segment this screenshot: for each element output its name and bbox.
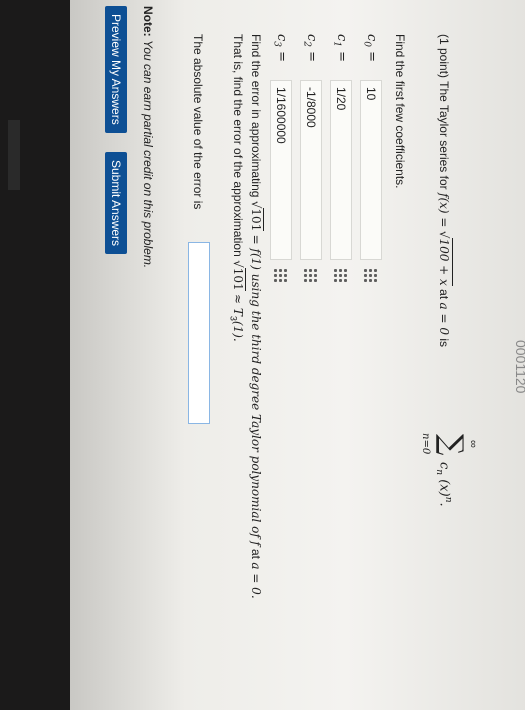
problem-statement: (1 point) The Taylor series for f(x) = √… (437, 34, 453, 348)
intro-c: is (437, 338, 451, 348)
c3-label: c3 = (271, 34, 289, 63)
problem-panel: 0001120 (1 point) The Taylor series for … (0, 0, 525, 700)
coefficients-prompt: Find the first few coefficients. (393, 34, 407, 189)
c3-input[interactable]: 1/1600000 (270, 80, 292, 260)
header-fragment: 0001120 (513, 340, 525, 394)
points-label: (1 point) (437, 34, 451, 79)
abs-error-input[interactable] (188, 242, 210, 424)
series-term: cn (x)n. (434, 462, 453, 507)
equation-editor-icon[interactable] (303, 268, 318, 283)
c1-label: c1 = (331, 34, 349, 63)
note-text: You can earn partial credit on this prob… (141, 40, 155, 269)
c2-input[interactable]: -1/8000 (300, 80, 322, 260)
preview-answers-button[interactable]: Preview My Answers (105, 6, 127, 133)
a-equals: a = 0 (437, 302, 451, 335)
equation-editor-icon[interactable] (333, 268, 348, 283)
c2-label: c2 = (301, 34, 319, 63)
submit-answers-button[interactable]: Submit Answers (105, 152, 127, 255)
abs-error-label: The absolute value of the error is (191, 34, 205, 210)
sum-lower-limit: n=0 (420, 433, 431, 455)
error-line-1: Find the error in approximating √101 = f… (249, 34, 264, 599)
error-line-2: That is, find the error of the approxima… (228, 34, 246, 342)
c0-label: c0 = (361, 34, 379, 63)
intro-a: The Taylor series for (437, 81, 451, 190)
note-label: Note: (141, 6, 155, 37)
c0-input[interactable]: 10 (360, 80, 382, 260)
note: Note: You can earn partial credit on thi… (141, 6, 155, 268)
fx-label: f(x) = (437, 193, 451, 228)
intro-b: at (437, 289, 451, 300)
radicand: 100 + x (437, 238, 453, 286)
equation-editor-icon[interactable] (363, 268, 378, 283)
c1-input[interactable]: 1/20 (330, 80, 352, 260)
equation-editor-icon[interactable] (273, 268, 288, 283)
sigma-icon: ∑ (434, 434, 469, 456)
